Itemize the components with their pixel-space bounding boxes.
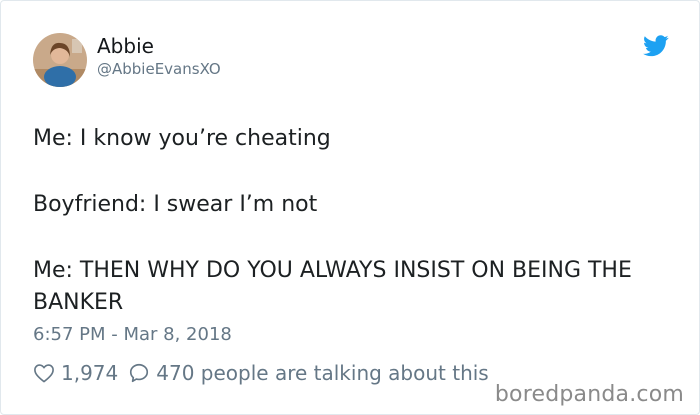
user-handle[interactable]: @AbbieEvansXO [97,60,221,78]
heart-icon[interactable] [33,363,55,383]
tweet-text: Me: I know you’re cheating Boyfriend: I … [33,123,653,319]
tweet-timestamp[interactable]: 6:57 PM - Mar 8, 2018 [33,323,232,347]
like-count[interactable]: 1,974 [61,361,118,385]
comment-bubble-icon[interactable] [128,362,150,384]
engagement-bar: 1,974 470 people are talking about this [33,359,489,387]
display-name[interactable]: Abbie [97,34,154,58]
twitter-bird-icon[interactable] [643,35,669,57]
replies-text[interactable]: 470 people are talking about this [156,361,488,385]
avatar-image [33,33,87,87]
watermark: boredpanda.com [494,382,684,407]
tweet-line: Me: THEN WHY DO YOU ALWAYS INSIST ON BEI… [33,258,632,315]
tweet-card: Abbie @AbbieEvansXO Me: I know you’re ch… [0,0,700,415]
avatar[interactable] [33,33,87,87]
tweet-line: Me: I know you’re cheating [33,126,331,151]
tweet-line: Boyfriend: I swear I’m not [33,192,318,217]
